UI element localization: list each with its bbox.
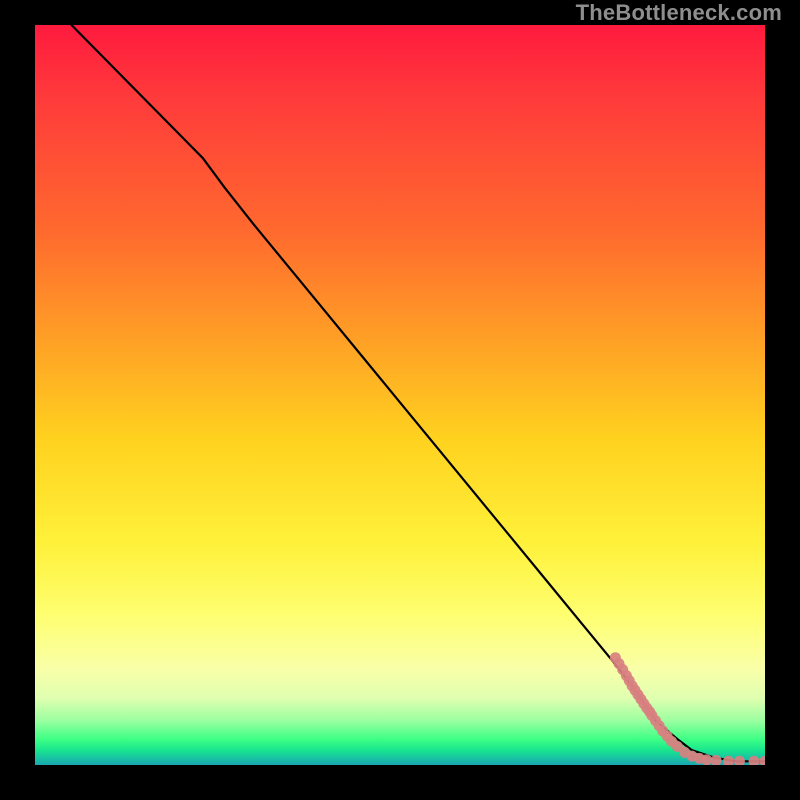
curve-layer (72, 25, 766, 761)
plot-area (35, 25, 765, 765)
data-point (723, 756, 734, 765)
plot-overlay (35, 25, 765, 765)
watermark-label: TheBottleneck.com (576, 0, 782, 26)
data-point (749, 756, 760, 765)
chart-container: TheBottleneck.com (0, 0, 800, 800)
data-point (760, 756, 766, 765)
bottleneck-curve (72, 25, 766, 761)
data-point (701, 754, 712, 765)
data-point (734, 756, 745, 765)
points-layer (610, 652, 765, 765)
